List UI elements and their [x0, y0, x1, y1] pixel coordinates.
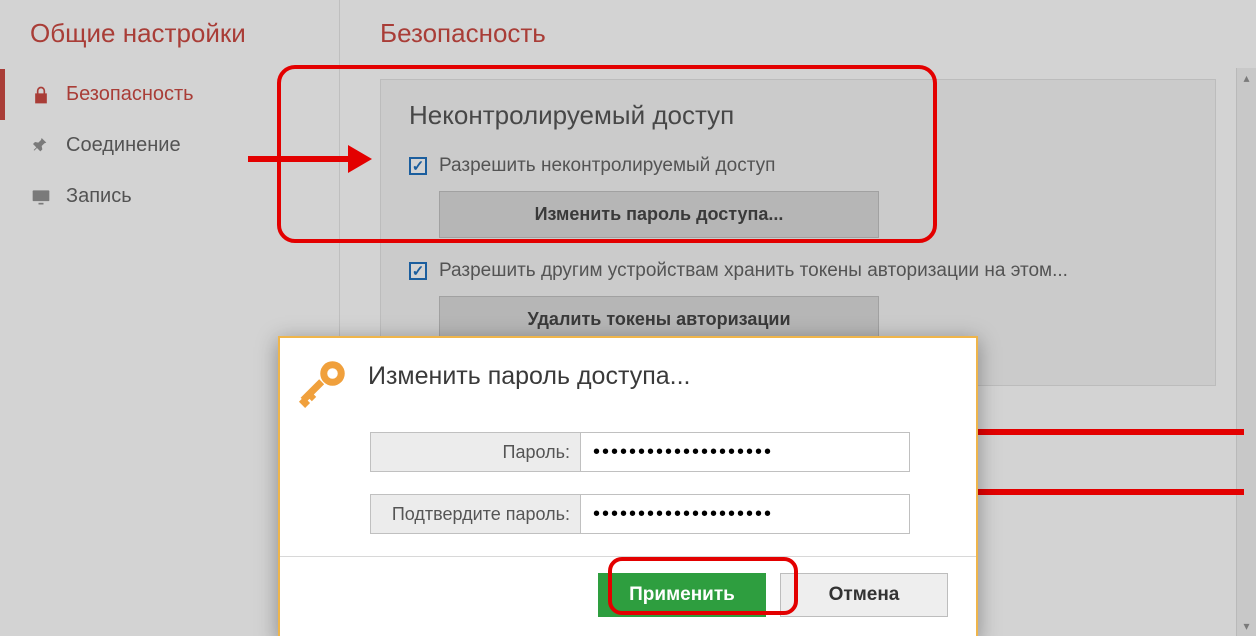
pin-icon: [30, 135, 52, 157]
scroll-up-icon[interactable]: ▴: [1237, 68, 1256, 88]
dialog-title: Изменить пароль доступа...: [368, 356, 690, 391]
sidebar-item-label: Запись: [66, 185, 132, 208]
password-input[interactable]: [581, 433, 909, 471]
dialog-body: Пароль: Подтвердите пароль:: [280, 418, 976, 534]
sidebar-item-connection[interactable]: Соединение: [0, 120, 339, 171]
sidebar-item-label: Соединение: [66, 134, 181, 157]
checkbox-row-unattended: Разрешить неконтролируемый доступ: [409, 155, 1187, 177]
dialog-footer: Применить Отмена: [280, 556, 976, 636]
scroll-down-icon[interactable]: ▾: [1237, 616, 1256, 636]
sidebar-item-record[interactable]: Запись: [0, 171, 339, 222]
sidebar-item-label: Безопасность: [66, 83, 194, 106]
allow-tokens-checkbox[interactable]: [409, 262, 427, 280]
section-title: Неконтролируемый доступ: [409, 100, 1187, 131]
checkbox-label: Разрешить неконтролируемый доступ: [439, 155, 775, 177]
sidebar-item-security[interactable]: Безопасность: [0, 69, 339, 120]
password-field-row: Пароль:: [370, 432, 910, 472]
checkbox-label: Разрешить другим устройствам хранить ток…: [439, 260, 1068, 282]
allow-unattended-checkbox[interactable]: [409, 157, 427, 175]
dialog-header: Изменить пароль доступа...: [280, 338, 976, 418]
monitor-icon: [30, 186, 52, 208]
password-label: Пароль:: [371, 433, 581, 471]
key-icon: [294, 356, 350, 412]
lock-icon: [30, 84, 52, 106]
sidebar-title: Общие настройки: [0, 18, 339, 69]
confirm-password-label: Подтвердите пароль:: [371, 495, 581, 533]
cancel-button[interactable]: Отмена: [780, 573, 948, 617]
page-title: Безопасность: [380, 18, 1216, 49]
scrollbar[interactable]: ▴ ▾: [1236, 68, 1256, 636]
change-password-dialog: Изменить пароль доступа... Пароль: Подтв…: [278, 336, 978, 636]
apply-button[interactable]: Применить: [598, 573, 766, 617]
confirm-password-input[interactable]: [581, 495, 909, 533]
change-password-button[interactable]: Изменить пароль доступа...: [439, 191, 879, 238]
checkbox-row-tokens: Разрешить другим устройствам хранить ток…: [409, 260, 1187, 282]
confirm-password-field-row: Подтвердите пароль:: [370, 494, 910, 534]
